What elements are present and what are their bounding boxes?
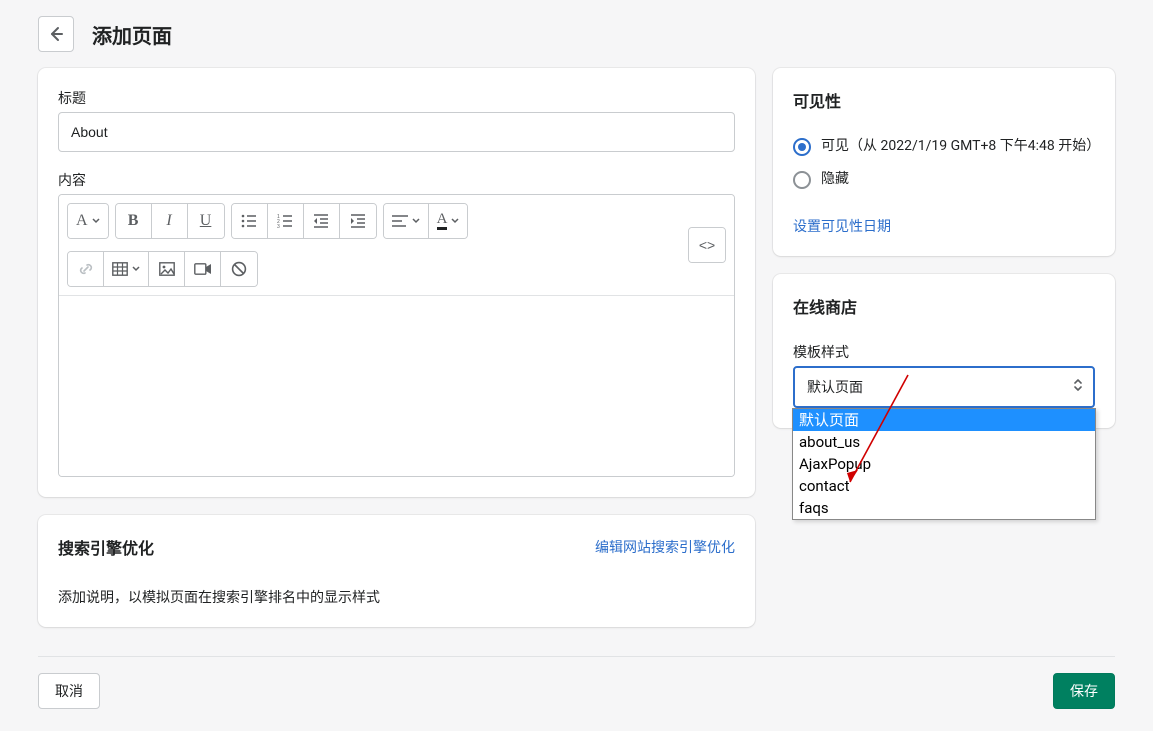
online-store-card: 在线商店 模板样式 默认页面 默认页面 about_us AjaxPopup c… xyxy=(773,274,1115,428)
page-header: 添加页面 xyxy=(0,0,1153,68)
outdent-icon xyxy=(313,213,329,229)
hidden-label: 隐藏 xyxy=(821,169,849,190)
template-label: 模板样式 xyxy=(793,342,1095,362)
chevron-down-icon xyxy=(132,266,140,272)
template-option[interactable]: contact xyxy=(793,475,1095,497)
select-sort-icon xyxy=(1073,378,1083,396)
image-button[interactable] xyxy=(149,252,185,286)
ordered-list-button[interactable]: 123 xyxy=(268,204,304,238)
heading-letter: A xyxy=(76,212,88,230)
title-label: 标题 xyxy=(58,88,735,108)
template-select[interactable]: 默认页面 xyxy=(793,366,1095,408)
ordered-list-icon: 123 xyxy=(277,213,293,229)
heading-dropdown[interactable]: A xyxy=(68,204,108,238)
content-card: 标题 内容 A B I xyxy=(38,68,755,497)
visibility-title: 可见性 xyxy=(793,88,1095,112)
rich-text-editor: A B I U xyxy=(58,194,735,477)
template-dropdown: 默认页面 about_us AjaxPopup contact faqs xyxy=(792,408,1096,520)
underline-button[interactable]: U xyxy=(188,204,224,238)
editor-body[interactable] xyxy=(59,296,734,476)
link-icon xyxy=(78,261,94,277)
visibility-card: 可见性 可见（从 2022/1/19 GMT+8 下午4:48 开始） 隐藏 设… xyxy=(773,68,1115,256)
chevron-down-icon xyxy=(451,218,459,224)
seo-description: 添加说明，以模拟页面在搜索引擎排名中的显示样式 xyxy=(58,587,735,607)
template-selected-value: 默认页面 xyxy=(807,377,863,397)
text-color-dropdown[interactable]: A xyxy=(429,204,468,238)
indent-button[interactable] xyxy=(340,204,376,238)
radio-unchecked-icon xyxy=(793,171,811,189)
back-button[interactable] xyxy=(38,16,74,52)
page-title: 添加页面 xyxy=(92,20,172,49)
online-store-title: 在线商店 xyxy=(793,294,1095,318)
chevron-down-icon xyxy=(92,218,100,224)
video-button[interactable] xyxy=(185,252,221,286)
image-icon xyxy=(159,262,175,276)
visibility-hidden-option[interactable]: 隐藏 xyxy=(793,169,1095,190)
indent-icon xyxy=(350,213,366,229)
title-input[interactable] xyxy=(58,112,735,152)
template-option[interactable]: AjaxPopup xyxy=(793,453,1095,475)
template-option[interactable]: faqs xyxy=(793,497,1095,519)
arrow-left-icon xyxy=(46,24,66,44)
align-left-icon xyxy=(392,215,408,227)
bold-button[interactable]: B xyxy=(116,204,152,238)
html-view-button[interactable]: <> xyxy=(689,228,725,262)
bullet-list-button[interactable] xyxy=(232,204,268,238)
edit-seo-link[interactable]: 编辑网站搜索引擎优化 xyxy=(595,537,735,557)
footer-actions: 取消 保存 xyxy=(38,656,1115,709)
template-option[interactable]: 默认页面 xyxy=(793,409,1095,431)
link-button[interactable] xyxy=(68,252,104,286)
table-icon xyxy=(112,262,128,276)
visible-label: 可见（从 2022/1/19 GMT+8 下午4:48 开始） xyxy=(821,136,1095,157)
cancel-button[interactable]: 取消 xyxy=(38,673,100,709)
radio-checked-icon xyxy=(793,138,811,156)
set-visibility-date-link[interactable]: 设置可见性日期 xyxy=(793,216,891,236)
chevron-down-icon xyxy=(412,218,420,224)
visibility-visible-option[interactable]: 可见（从 2022/1/19 GMT+8 下午4:48 开始） xyxy=(793,136,1095,157)
outdent-button[interactable] xyxy=(304,204,340,238)
clear-format-button[interactable] xyxy=(221,252,257,286)
align-dropdown[interactable] xyxy=(384,204,429,238)
table-dropdown[interactable] xyxy=(104,252,149,286)
bullet-list-icon xyxy=(241,213,257,229)
svg-text:3: 3 xyxy=(277,224,280,229)
seo-card: 搜索引擎优化 编辑网站搜索引擎优化 添加说明，以模拟页面在搜索引擎排名中的显示样… xyxy=(38,515,755,627)
editor-toolbar: A B I U xyxy=(59,195,734,296)
save-button[interactable]: 保存 xyxy=(1053,673,1115,709)
clear-format-icon xyxy=(231,261,247,277)
content-label: 内容 xyxy=(58,170,735,190)
seo-title: 搜索引擎优化 xyxy=(58,535,154,559)
italic-button[interactable]: I xyxy=(152,204,188,238)
video-icon xyxy=(194,263,212,275)
template-option[interactable]: about_us xyxy=(793,431,1095,453)
